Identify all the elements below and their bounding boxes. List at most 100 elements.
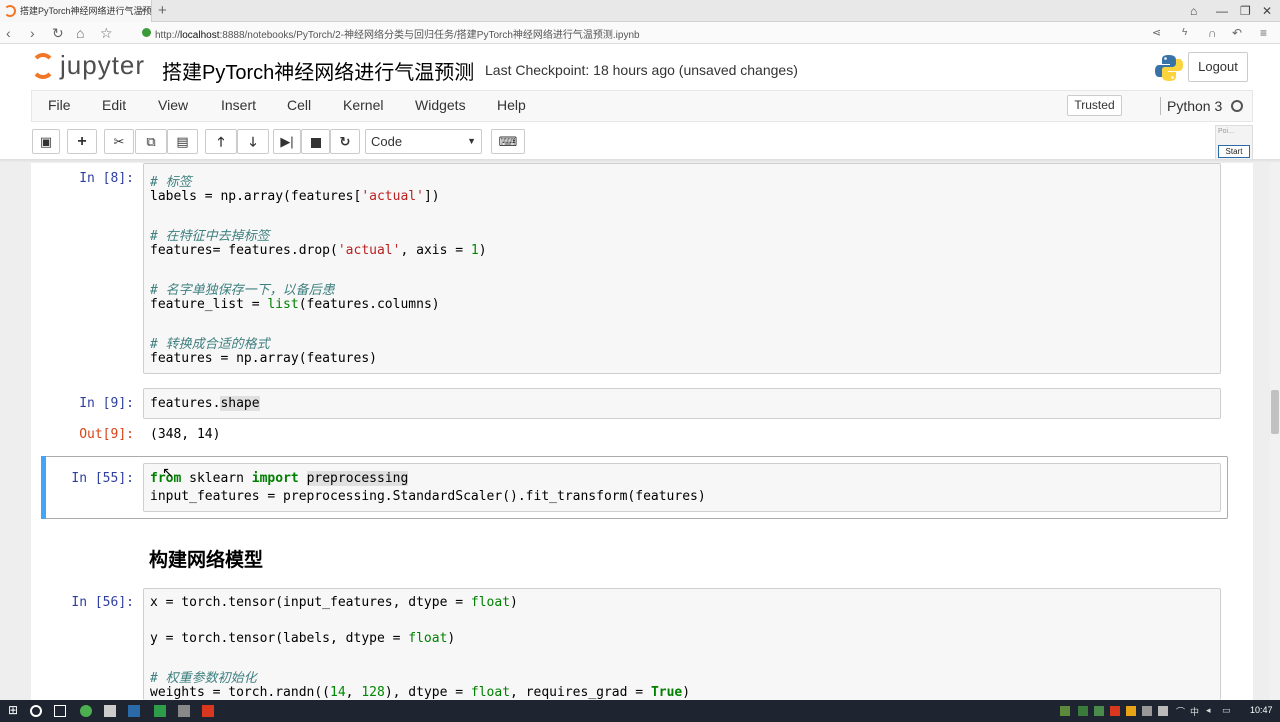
undo-icon[interactable]: ↶ — [1232, 24, 1242, 42]
menu-widgets[interactable]: Widgets — [415, 97, 466, 113]
interrupt-button[interactable] — [301, 129, 330, 154]
os-taskbar — [0, 700, 1280, 722]
tray-icon[interactable] — [1110, 706, 1120, 716]
menu-file[interactable]: File — [48, 97, 71, 113]
copy-icon: ⧉ — [146, 134, 155, 149]
arrow-down-icon: 🡓 — [250, 134, 257, 149]
minimize-icon[interactable]: — — [1216, 0, 1228, 22]
jupyter-logo-icon[interactable] — [31, 53, 55, 79]
menu-view[interactable]: View — [158, 97, 188, 113]
bookmark-star-icon[interactable]: ☆ — [100, 24, 113, 42]
tray-icon[interactable] — [1060, 706, 1070, 716]
code-line: feature_list = list(features.columns) — [150, 297, 440, 312]
code-cell-editor[interactable] — [143, 388, 1221, 419]
save-icon: ▣ — [40, 134, 52, 149]
input-language[interactable]: 中 — [1190, 705, 1199, 718]
menu-icon[interactable]: ≡ — [1260, 24, 1267, 42]
notification-icon[interactable]: ▭ — [1222, 705, 1231, 716]
url-host: localhost — [180, 30, 219, 41]
menu-kernel[interactable]: Kernel — [343, 97, 383, 113]
system-clock[interactable]: 10:47 — [1250, 705, 1273, 715]
new-tab-icon[interactable]: + — [158, 0, 167, 22]
input-prompt: In [56]: — [46, 595, 134, 610]
restart-button[interactable]: ↻ — [330, 129, 360, 154]
code-line: y = torch.tensor(labels, dtype = float) — [150, 631, 455, 646]
kernel-name[interactable]: Python 3 — [1167, 98, 1222, 114]
headphones-icon[interactable]: ∩ — [1208, 24, 1217, 42]
code-line: from sklearn import preprocessing — [150, 471, 408, 486]
save-button[interactable]: ▣ — [32, 129, 60, 154]
menu-insert[interactable]: Insert — [221, 97, 256, 113]
home-icon[interactable]: ⌂ — [76, 24, 84, 42]
back-icon[interactable]: ‹ — [6, 24, 11, 42]
menu-help[interactable]: Help — [497, 97, 526, 113]
app-icon[interactable] — [128, 705, 140, 717]
stop-icon — [311, 138, 321, 148]
arrow-up-icon: 🡑 — [218, 134, 225, 149]
copy-button[interactable]: ⧉ — [135, 129, 167, 154]
code-line: features = np.array(features) — [150, 351, 377, 366]
code-line: input_features = preprocessing.StandardS… — [150, 489, 706, 504]
paste-button[interactable]: ▤ — [167, 129, 198, 154]
reload-icon[interactable]: ↻ — [52, 24, 64, 42]
search-icon[interactable] — [30, 705, 42, 717]
trusted-indicator[interactable]: Trusted — [1067, 95, 1122, 116]
floating-widget-label: Poi... — [1218, 128, 1234, 135]
menu-cell[interactable]: Cell — [287, 97, 311, 113]
network-icon[interactable]: ⌒ — [1176, 705, 1185, 718]
run-button[interactable]: ▶| — [273, 129, 301, 154]
app-icon[interactable] — [80, 705, 92, 717]
code-line: # 权重参数初始化 — [150, 667, 257, 686]
tray-icon[interactable] — [1078, 706, 1088, 716]
jupyter-logo-text[interactable]: jupyter — [60, 50, 145, 81]
site-info-icon[interactable] — [142, 28, 151, 37]
cell-type-select[interactable]: Code ▼ — [365, 129, 482, 154]
pin-icon[interactable]: ⌂ — [1190, 0, 1197, 22]
forward-icon[interactable]: › — [30, 24, 35, 42]
code-line: # 转换成合适的格式 — [150, 333, 270, 352]
volume-icon[interactable]: ◂ — [1206, 705, 1211, 716]
code-line: x = torch.tensor(input_features, dtype =… — [150, 595, 518, 610]
input-prompt: In [9]: — [46, 396, 134, 411]
code-line: labels = np.array(features['actual']) — [150, 189, 440, 204]
python-logo-icon — [1154, 53, 1184, 83]
browser-tab[interactable]: 搭建PyTorch神经网络进行气温预 × — [0, 0, 152, 22]
tray-icon[interactable] — [1158, 706, 1168, 716]
insert-cell-button[interactable]: + — [67, 129, 97, 154]
code-line: # 标签 — [150, 171, 192, 190]
tray-icon[interactable] — [1142, 706, 1152, 716]
keyboard-icon: ⌨ — [499, 134, 518, 149]
app-icon[interactable] — [104, 705, 116, 717]
lightning-icon[interactable]: ϟ — [1182, 24, 1187, 42]
cut-button[interactable]: ✂ — [104, 129, 134, 154]
markdown-heading[interactable]: 构建网络模型 — [149, 545, 263, 572]
windows-start-icon[interactable]: ⊞ — [8, 703, 20, 715]
window-close-icon[interactable]: ✕ — [1262, 0, 1272, 22]
mouse-cursor-icon: ↖ — [162, 464, 174, 481]
selected-cell-indicator — [41, 456, 46, 519]
app-icon[interactable] — [154, 705, 166, 717]
code-line: features= features.drop('actual', axis =… — [150, 243, 487, 258]
cell-type-value: Code — [371, 134, 402, 149]
browser-app-icon[interactable] — [202, 705, 214, 717]
tab-close-icon[interactable]: × — [140, 0, 146, 22]
url-field[interactable]: http://localhost:8888/notebooks/PyTorch/… — [155, 26, 640, 41]
browser-tab-title: 搭建PyTorch神经网络进行气温预 — [20, 6, 152, 16]
notebook-title[interactable]: 搭建PyTorch神经网络进行气温预测 — [162, 56, 474, 85]
app-icon[interactable] — [178, 705, 190, 717]
command-palette-button[interactable]: ⌨ — [491, 129, 525, 154]
url-prefix: http:// — [155, 30, 180, 41]
tray-icon[interactable] — [1094, 706, 1104, 716]
move-up-button[interactable]: 🡑 — [205, 129, 237, 154]
caret-down-icon: ▼ — [467, 130, 476, 153]
restore-icon[interactable]: ❐ — [1240, 0, 1251, 22]
paste-icon: ▤ — [176, 134, 188, 149]
logout-button[interactable]: Logout — [1188, 52, 1248, 82]
start-button[interactable]: Start — [1218, 145, 1250, 158]
tray-icon[interactable] — [1126, 706, 1136, 716]
task-view-icon[interactable] — [54, 705, 66, 717]
menu-edit[interactable]: Edit — [102, 97, 126, 113]
scrollbar-thumb[interactable] — [1271, 390, 1279, 434]
share-icon[interactable]: ⋖ — [1152, 24, 1161, 42]
move-down-button[interactable]: 🡓 — [237, 129, 269, 154]
